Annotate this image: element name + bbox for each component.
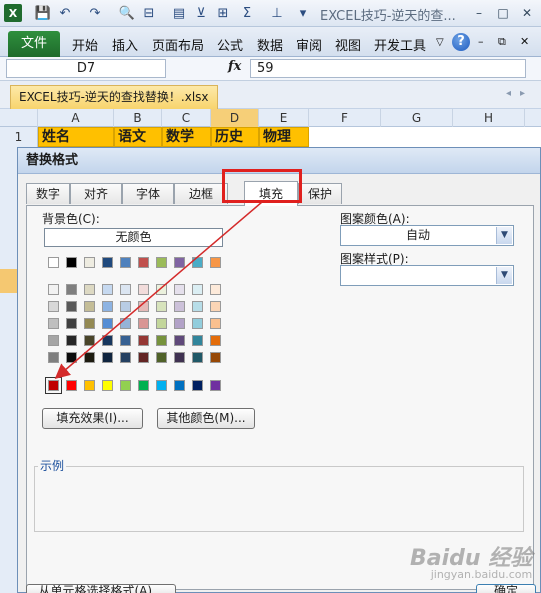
- annotation-arrow: [54, 201, 263, 379]
- baidu-watermark: Baidu 经验 jingyan.baidu.com: [410, 540, 532, 581]
